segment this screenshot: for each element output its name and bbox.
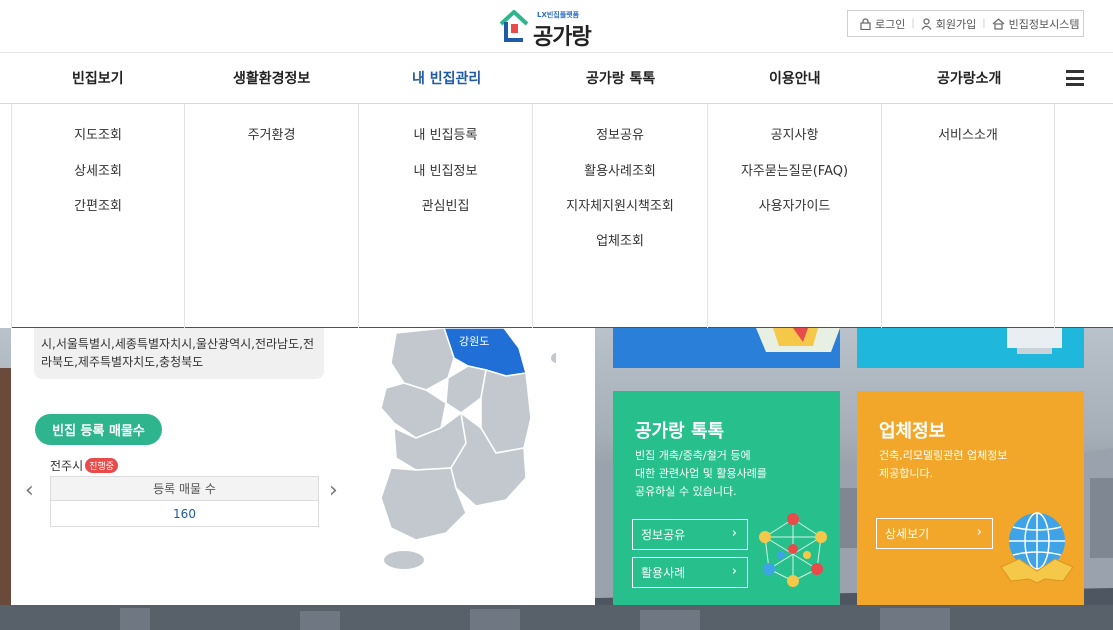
city-label: 전주시 진행중	[50, 457, 118, 474]
network-illustration-icon	[759, 513, 827, 587]
login-label: 로그인	[875, 17, 906, 31]
house-logo-icon	[499, 10, 529, 42]
talk-tile-title: 공가랑 톡톡	[635, 421, 725, 442]
status-badge: 진행중	[85, 458, 118, 473]
signup-label: 회원가입	[935, 17, 977, 31]
submenu-user-guide[interactable]: 사용자가이드	[708, 195, 881, 214]
logo-name: 공가랑	[533, 25, 592, 50]
chevron-right-icon: ›	[976, 525, 982, 540]
dropdown-column: 서비스소개	[881, 104, 1055, 328]
submenu-residential-env[interactable]: 주거환경	[185, 124, 358, 143]
dropdown-column: 공지사항 자주묻는질문(FAQ) 사용자가이드	[707, 104, 881, 328]
map-region-ulleung	[551, 353, 556, 363]
map-illustration-icon	[756, 328, 840, 352]
region-list-text: 시,서울특별시,세종특별자치시,울산광역시,전라남도,전라북도,제주특별자치도,…	[41, 337, 314, 369]
site-header: LX빈집플랫폼 공가랑 로그인 | 회원가입 | 빈집정보시스템	[0, 0, 1113, 53]
vacant-house-system-label: 빈집정보시스템	[1008, 17, 1080, 31]
menu-hamburger-icon[interactable]	[1066, 70, 1084, 86]
submenu-info-share[interactable]: 정보공유	[533, 124, 707, 143]
table-value: 160	[50, 500, 319, 527]
talk-desc-line: 공유하실 수 있습니다.	[635, 485, 737, 498]
info-share-button[interactable]: 정보공유 ›	[632, 519, 748, 550]
submenu-local-support[interactable]: 지자체지원시책조회	[533, 195, 707, 214]
map-region-chungbuk	[445, 365, 487, 414]
submenu-detail-search[interactable]: 상세조회	[12, 160, 184, 179]
util-separator: |	[982, 18, 986, 29]
user-icon	[921, 17, 932, 30]
submenu-notice[interactable]: 공지사항	[708, 124, 881, 143]
signup-link[interactable]: 회원가입	[921, 16, 976, 32]
company-desc-line: 제공합니다.	[879, 467, 934, 480]
next-arrow-icon[interactable]: ›	[329, 478, 338, 503]
dropdown-column: 정보공유 활용사례조회 지자체지원시책조회 업체조회	[532, 104, 707, 328]
top-tile-cyan[interactable]	[857, 328, 1084, 368]
vacant-house-system-link[interactable]: 빈집정보시스템	[992, 16, 1080, 32]
region-list-box: 시,서울특별시,세종특별자치시,울산광역시,전라남도,전라북도,제주특별자치도,…	[34, 328, 324, 379]
talk-tile: 공가랑 톡톡 빈집 개축/증축/철거 등에 대한 관련사업 및 활용사례를 공유…	[613, 391, 840, 605]
dropdown-column: 내 빈집등록 내 빈집정보 관심빈집	[358, 104, 532, 328]
map-label-gangwon: 강원도	[459, 335, 489, 348]
map-region-jeonnam	[380, 467, 467, 541]
map-region-jeju	[384, 551, 424, 569]
company-tile-desc: 건축,리모델링관련 업체정보 제공합니다.	[879, 447, 1007, 483]
submenu-my-vacant-info[interactable]: 내 빈집정보	[359, 160, 532, 179]
talk-desc-line: 대한 관련사업 및 활용사례를	[635, 467, 767, 480]
nav-item-talk[interactable]: 공가랑 톡톡	[586, 68, 655, 88]
korea-map[interactable]: 강원도	[356, 328, 556, 578]
nav-item-my-vacant[interactable]: 내 빈집관리	[412, 68, 481, 88]
login-link[interactable]: 로그인	[860, 16, 905, 32]
registered-count-pill: 빈집 등록 매물수	[35, 414, 162, 445]
nav-item-guide[interactable]: 이용안내	[769, 68, 821, 88]
monitor-illustration-icon	[1007, 328, 1062, 354]
chevron-right-icon: ›	[731, 526, 737, 541]
submenu-register-vacant[interactable]: 내 빈집등록	[359, 124, 532, 143]
home-icon	[992, 17, 1005, 30]
vacant-stats-card: 시,서울특별시,세종특별자치시,울산광역시,전라남도,전라북도,제주특별자치도,…	[11, 328, 595, 605]
util-separator: |	[911, 18, 915, 29]
company-tile: 업체정보 건축,리모델링관련 업체정보 제공합니다. 상세보기 ›	[857, 391, 1084, 605]
company-desc-line: 건축,리모델링관련 업체정보	[879, 449, 1008, 462]
use-cases-button[interactable]: 활용사례 ›	[632, 557, 748, 588]
submenu-service-intro[interactable]: 서비스소개	[882, 124, 1054, 143]
dropdown-column: 지도조회 상세조회 간편조회	[11, 104, 184, 328]
company-detail-button[interactable]: 상세보기 ›	[876, 518, 993, 549]
map-region-gyeonggi	[390, 328, 455, 391]
count-table: 등록 매물 수 160	[50, 476, 319, 527]
globe-handshake-icon	[1000, 512, 1074, 584]
site-logo[interactable]: LX빈집플랫폼 공가랑	[497, 6, 597, 50]
nav-item-vacant-view[interactable]: 빈집보기	[72, 68, 124, 88]
main-navigation: 빈집보기 생활환경정보 내 빈집관리 공가랑 톡톡 이용안내 공가랑소개	[0, 53, 1113, 104]
utility-menu: 로그인 | 회원가입 | 빈집정보시스템	[847, 10, 1084, 37]
submenu-company-search[interactable]: 업체조회	[533, 230, 707, 249]
nav-item-living-environment[interactable]: 생활환경정보	[233, 68, 310, 88]
submenu-simple-search[interactable]: 간편조회	[12, 195, 184, 214]
talk-desc-line: 빈집 개축/증축/철거 등에	[635, 449, 751, 462]
company-tile-title: 업체정보	[879, 421, 946, 442]
chevron-right-icon: ›	[731, 564, 737, 579]
table-header: 등록 매물 수	[50, 476, 319, 501]
use-cases-label: 활용사례	[641, 566, 686, 580]
top-tile-blue[interactable]	[613, 328, 840, 368]
company-detail-label: 상세보기	[885, 527, 930, 541]
mega-dropdown: 지도조회 상세조회 간편조회 주거환경 내 빈집등록 내 빈집정보 관심빈집 정…	[11, 104, 1113, 328]
city-name: 전주시	[50, 459, 84, 473]
lock-icon	[860, 17, 871, 30]
submenu-faq[interactable]: 자주묻는질문(FAQ)	[708, 160, 881, 179]
submenu-interest-vacant[interactable]: 관심빈집	[359, 195, 532, 214]
dropdown-column: 주거환경	[184, 104, 358, 328]
submenu-use-cases[interactable]: 활용사례조회	[533, 160, 707, 179]
submenu-map-search[interactable]: 지도조회	[12, 124, 184, 143]
info-share-label: 정보공유	[641, 528, 686, 542]
nav-item-about[interactable]: 공가랑소개	[937, 68, 1001, 88]
prev-arrow-icon[interactable]: ‹	[25, 478, 34, 503]
talk-tile-desc: 빈집 개축/증축/철거 등에 대한 관련사업 및 활용사례를 공유하실 수 있습…	[635, 447, 767, 501]
